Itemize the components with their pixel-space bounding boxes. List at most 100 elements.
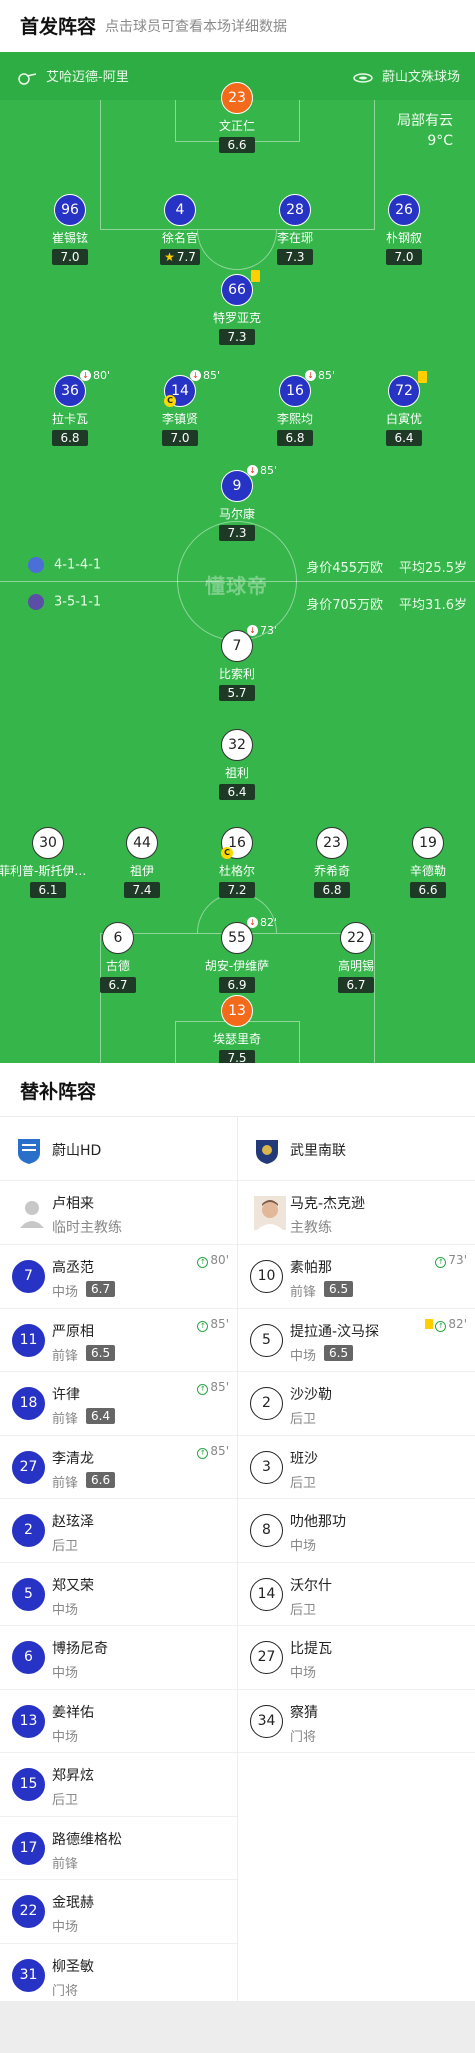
away-player[interactable]: 23 乔希奇 6.8 [282,827,382,898]
weather-info: 局部有云 9°C [397,111,453,151]
sub-player-row[interactable]: 5 提拉通-汶马探 中场 6.5 ↑ 82' [238,1309,475,1372]
sub-off-badge: ↓ 85' [247,464,277,477]
home-player[interactable]: 72 白寅优 6.4 [354,371,454,446]
sub-player-row[interactable]: 10 素帕那 前锋 6.5 ↑ 73' [238,1245,475,1309]
sub-in-icon: ↑ [197,1447,209,1459]
player-name: 胡安-伊维萨 [204,959,270,973]
sub-player-row[interactable]: 31 柳圣敏 门将 [0,1944,237,2007]
away-team-row[interactable]: 武里南联 [238,1117,475,1181]
away-coach-row[interactable]: 马克-杰克逊 主教练 [238,1181,475,1245]
sub-player-row[interactable]: 27 比提瓦 中场 [238,1626,475,1690]
player-name: 马尔康 [218,507,255,521]
home-coach-role: 临时主教练 [52,1220,122,1236]
player-name: 祖利 [224,766,249,780]
sub-arrow-icon: ↓ [247,917,258,928]
player-name: 特罗亚克 [212,311,261,325]
player-name: 高丞范 [52,1260,94,1276]
home-team-row[interactable]: 蔚山HD [0,1117,237,1181]
substitutes-panel: 替补阵容 蔚山HD 卢相来 临时主教练 7 高丞范 中场 6.7 ↑ 80' 11 严原相 前锋… [0,1063,475,2007]
whistle-icon [18,72,37,85]
away-player[interactable]: 7 ↓ 73' 比索利 5.7 [187,624,287,701]
sub-player-row[interactable]: 15 郑昇炫 后卫 [0,1753,237,1817]
away-player[interactable]: 19 辛德勒 6.6 [378,827,475,898]
weather-condition: 局部有云 [397,113,453,129]
sub-player-row[interactable]: 11 严原相 前锋 6.5 ↑ 85' [0,1309,237,1372]
sub-player-row[interactable]: 17 路德维格松 前锋 [0,1817,237,1880]
away-player[interactable]: 6 古德 6.7 [68,922,168,993]
sub-in-icon: ↑ [197,1384,209,1395]
pitch: 艾哈迈德-阿里 蔚山文殊球场 局部有云 9°C 懂球帝 4-1-4-1 身价45… [0,52,475,1063]
player-name: 祖伊 [129,864,154,878]
player-name: 提拉通-汶马探 [290,1323,380,1340]
player-rating: 7.3 [219,525,255,541]
jersey-number: 31 [12,1958,45,1992]
home-player[interactable]: 23 文正仁 6.6 [187,82,287,153]
away-player[interactable]: 32 祖利 6.4 [187,729,287,800]
sub-minute: 82' [260,916,278,929]
player-rating: 7.2 [219,882,255,898]
player-name: 拉卡瓦 [51,412,88,426]
player-name: 辛德勒 [409,864,446,878]
sub-minute: 85' [260,464,278,477]
away-player[interactable]: 22 高明锡 6.7 [306,922,406,993]
home-player[interactable]: 14 ↓ 85' C 李镇贤 7.0 [130,369,230,446]
home-formation-text: 3-5-1-1 [54,594,102,610]
away-player[interactable]: 13 埃瑟里奇 7.5 [187,995,287,1063]
sub-player-row[interactable]: 5 郑又荣 中场 [0,1563,237,1626]
player-rating: 6.7 [338,977,374,993]
jersey-number: 5 [250,1323,283,1357]
player-name: 柳圣敏 [52,1958,94,1975]
player-name: 赵玹泽 [52,1514,94,1530]
sub-player-row[interactable]: 34 察猜 门将 [238,1690,475,1753]
player-rating: 6.8 [52,430,88,446]
home-player[interactable]: 28 李在琊 7.3 [245,194,345,265]
home-player[interactable]: 9 ↓ 85' 马尔康 7.3 [187,464,287,541]
sub-player-row[interactable]: 18 许律 前锋 6.4 ↑ 85' [0,1372,237,1436]
home-coach-row[interactable]: 卢相来 临时主教练 [0,1181,237,1245]
away-coach-name: 马克-杰克逊 [290,1196,366,1212]
jersey-number: 22 [12,1895,45,1928]
captain-icon: C [221,847,233,859]
sub-player-row[interactable]: 2 赵玹泽 后卫 [0,1499,237,1563]
sub-player-row[interactable]: 2 沙沙勒 后卫 [238,1372,475,1436]
sub-player-row[interactable]: 8 叻他那功 中场 [238,1499,475,1563]
home-team-age: 平均31.6岁 [399,598,467,613]
home-player[interactable]: 96 崔锡铉 7.0 [20,194,120,265]
player-name: 崔锡铉 [51,231,88,245]
sub-on-minute: ↑ 73' [435,1253,467,1268]
player-rating: 6.8 [314,882,350,898]
player-name: 李清龙 [52,1450,94,1467]
away-formation-text: 4-1-4-1 [54,557,102,573]
sub-player-row[interactable]: 7 高丞范 中场 6.7 ↑ 80' [0,1245,237,1309]
away-player[interactable]: 16 C 杜格尔 7.2 [187,827,287,898]
player-name: 沙沙勒 [290,1387,332,1403]
player-rating: 7.4 [124,882,160,898]
player-position: 中场 [52,1602,79,1618]
home-coach-name: 卢相来 [52,1196,94,1212]
sub-player-row[interactable]: 13 姜祥佑 中场 [0,1690,237,1753]
jersey-number: 5 [12,1577,45,1611]
sub-player-row[interactable]: 3 班沙 后卫 [238,1436,475,1499]
away-player[interactable]: 30 菲利普-斯托伊科维奇 6.1 [0,827,98,898]
sub-arrow-icon: ↓ [80,370,91,381]
away-coach-role: 主教练 [290,1220,332,1236]
away-player[interactable]: 44 祖伊 7.4 [92,827,192,898]
home-player[interactable]: 36 ↓ 80' 拉卡瓦 6.8 [20,369,120,446]
away-player[interactable]: 55 ↓ 82' 胡安-伊维萨 6.9 [187,916,287,993]
sub-player-row[interactable]: 14 沃尔什 后卫 [238,1563,475,1626]
sub-player-row[interactable]: 6 博扬尼奇 中场 [0,1626,237,1690]
jersey-number: 26 [388,194,420,226]
home-player[interactable]: 4 徐名官 7.7 [130,194,230,265]
sub-arrow-icon: ↓ [190,370,201,381]
sub-in-icon: ↑ [197,1320,209,1332]
sub-player-row[interactable]: 22 金珉赫 中场 [0,1880,237,1944]
home-player[interactable]: 66 特罗亚克 7.3 [187,270,287,345]
sub-off-badge: ↓ 73' [247,624,277,637]
player-name: 李镇贤 [161,412,198,426]
away-team-name: 艾哈迈德-阿里 [46,70,129,85]
player-rating: 7.0 [386,249,422,265]
player-position: 后卫 [52,1793,79,1808]
home-player[interactable]: 26 朴钢叙 7.0 [354,194,454,265]
sub-player-row[interactable]: 27 李清龙 前锋 6.6 ↑ 85' [0,1436,237,1499]
home-player[interactable]: 16 ↓ 85' 李熙均 6.8 [245,369,345,446]
